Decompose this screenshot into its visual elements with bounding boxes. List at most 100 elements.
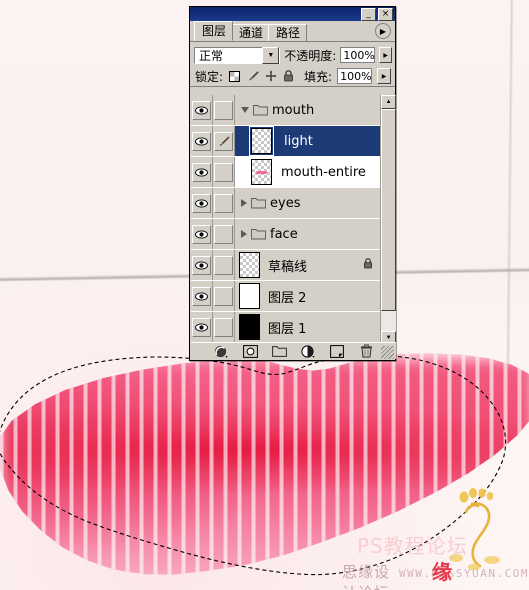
layer-row-body[interactable]: eyes — [235, 188, 380, 218]
eye-icon[interactable] — [192, 100, 211, 120]
chevron-down-icon[interactable] — [241, 107, 249, 113]
scroll-up-button[interactable]: ▲ — [381, 95, 396, 109]
panel-menu-icon[interactable]: ▶ — [375, 23, 391, 39]
layer-row-body[interactable]: mouth-entire — [247, 157, 380, 187]
layer-row-body[interactable]: face — [235, 219, 380, 249]
visibility-cell[interactable] — [191, 281, 213, 311]
layer-row-body[interactable]: 图层 2 — [235, 281, 380, 311]
new-layer-icon[interactable] — [329, 344, 345, 358]
layer-name: 图层 1 — [268, 321, 307, 337]
visibility-cell[interactable] — [191, 157, 213, 187]
layer-thumbnail[interactable] — [251, 159, 272, 185]
empty-link-icon[interactable] — [214, 255, 233, 275]
eye-icon[interactable] — [192, 131, 211, 151]
lock-row[interactable]: 锁定: 填充: 100% ▶ — [190, 66, 395, 87]
layer-row-light[interactable]: light — [191, 126, 381, 157]
chevron-right-icon[interactable] — [241, 199, 247, 207]
fill-stepper-icon[interactable]: ▶ — [377, 68, 392, 84]
link-cell[interactable] — [213, 281, 235, 311]
opacity-input[interactable]: 100% — [340, 47, 376, 63]
adjustment-layer-icon[interactable] — [300, 344, 316, 358]
layer-mask-icon[interactable] — [242, 344, 258, 358]
layer-row-layer1[interactable]: 图层 1 — [191, 312, 381, 343]
eye-icon[interactable] — [192, 193, 211, 213]
all-lock-icon[interactable] — [282, 70, 295, 83]
layer-row-body[interactable]: mouth — [235, 95, 380, 125]
layers-panel[interactable]: _ × 图层 通道 路径 ▶ 正常 ▼ 不透明度: 100% ▶ 锁定: 填充:… — [189, 6, 396, 361]
layer-thumbnail[interactable] — [239, 283, 260, 309]
watermark-forum-name: 思缘设计论坛 — [342, 563, 391, 590]
close-button[interactable]: × — [378, 7, 393, 21]
visibility-cell[interactable] — [191, 95, 213, 125]
visibility-cell[interactable] — [191, 250, 213, 280]
visibility-cell[interactable] — [191, 126, 213, 156]
layer-thumbnail[interactable] — [249, 126, 274, 156]
active-layer-cell[interactable] — [213, 126, 235, 156]
layer-name: 草稿线 — [268, 259, 308, 275]
fill-input[interactable]: 100% — [337, 68, 373, 84]
visibility-cell[interactable] — [191, 219, 213, 249]
empty-link-icon[interactable] — [214, 162, 233, 182]
layer-row-body[interactable]: 草稿线 — [235, 250, 380, 280]
eye-icon[interactable] — [192, 255, 211, 275]
blend-mode-row[interactable]: 正常 ▼ 不透明度: 100% ▶ — [190, 42, 395, 66]
layer-row-face[interactable]: face — [191, 219, 381, 250]
eye-icon[interactable] — [192, 286, 211, 306]
delete-layer-icon[interactable] — [358, 344, 374, 358]
chevron-right-icon[interactable] — [241, 230, 247, 238]
layer-row-layer2[interactable]: 图层 2 — [191, 281, 381, 312]
folder-icon — [253, 105, 268, 116]
layer-row-eyes[interactable]: eyes — [191, 188, 381, 219]
chevron-down-icon[interactable]: ▼ — [262, 46, 280, 64]
empty-link-icon[interactable] — [214, 193, 233, 213]
link-cell[interactable] — [213, 250, 235, 280]
tab-layers[interactable]: 图层 — [194, 21, 234, 41]
layer-name: mouth-entire — [281, 164, 366, 180]
visibility-cell[interactable] — [191, 188, 213, 218]
layer-style-icon[interactable] — [213, 344, 229, 358]
eye-icon[interactable] — [192, 317, 211, 337]
link-cell[interactable] — [213, 157, 235, 187]
opacity-stepper-icon[interactable]: ▶ — [379, 47, 392, 63]
resize-grip[interactable] — [381, 346, 394, 359]
scrollbar-thumb[interactable] — [381, 109, 396, 312]
empty-link-icon[interactable] — [214, 100, 233, 120]
brush-icon[interactable] — [214, 131, 233, 151]
layer-list[interactable]: mouth light mouth-entire eyes face 草稿线 图… — [191, 95, 396, 345]
eye-icon[interactable] — [192, 162, 211, 182]
layer-row-body[interactable]: 图层 1 — [235, 312, 380, 342]
opacity-label: 不透明度: — [284, 48, 337, 63]
panel-bottom-toolbar[interactable] — [191, 342, 396, 359]
new-group-icon[interactable] — [271, 344, 287, 358]
empty-link-icon[interactable] — [214, 317, 233, 337]
tab-paths[interactable]: 路径 — [268, 24, 308, 41]
layer-row-mouth[interactable]: mouth — [191, 95, 381, 126]
move-lock-icon[interactable] — [264, 70, 277, 83]
panel-tabs[interactable]: 图层 通道 路径 ▶ — [190, 21, 395, 42]
panel-titlebar[interactable]: _ × — [190, 7, 395, 21]
link-cell[interactable] — [213, 95, 235, 125]
empty-link-icon[interactable] — [214, 224, 233, 244]
opacity-value: 100% — [343, 48, 375, 62]
layer-thumbnail[interactable] — [239, 314, 260, 340]
layer-thumbnail[interactable] — [239, 252, 260, 278]
transparency-lock-icon[interactable] — [228, 70, 241, 83]
folder-icon — [251, 229, 266, 240]
scrollbar-track[interactable] — [381, 109, 396, 331]
eye-icon[interactable] — [192, 224, 211, 244]
layer-name: light — [284, 133, 313, 149]
layer-row-mouth-entire[interactable]: mouth-entire — [191, 157, 381, 188]
empty-link-icon[interactable] — [214, 286, 233, 306]
link-cell[interactable] — [213, 312, 235, 342]
layer-row-sketch[interactable]: 草稿线 — [191, 250, 381, 281]
brush-lock-icon[interactable] — [246, 70, 259, 83]
link-cell[interactable] — [213, 188, 235, 218]
visibility-cell[interactable] — [191, 312, 213, 342]
layer-name: mouth — [272, 102, 315, 118]
blend-mode-select[interactable]: 正常 ▼ — [194, 46, 281, 64]
layer-row-body[interactable]: light — [247, 126, 380, 156]
link-cell[interactable] — [213, 219, 235, 249]
tab-channels[interactable]: 通道 — [231, 24, 271, 41]
layer-list-scrollbar[interactable]: ▲ ▼ — [380, 95, 396, 345]
minimize-button[interactable]: _ — [361, 7, 376, 21]
